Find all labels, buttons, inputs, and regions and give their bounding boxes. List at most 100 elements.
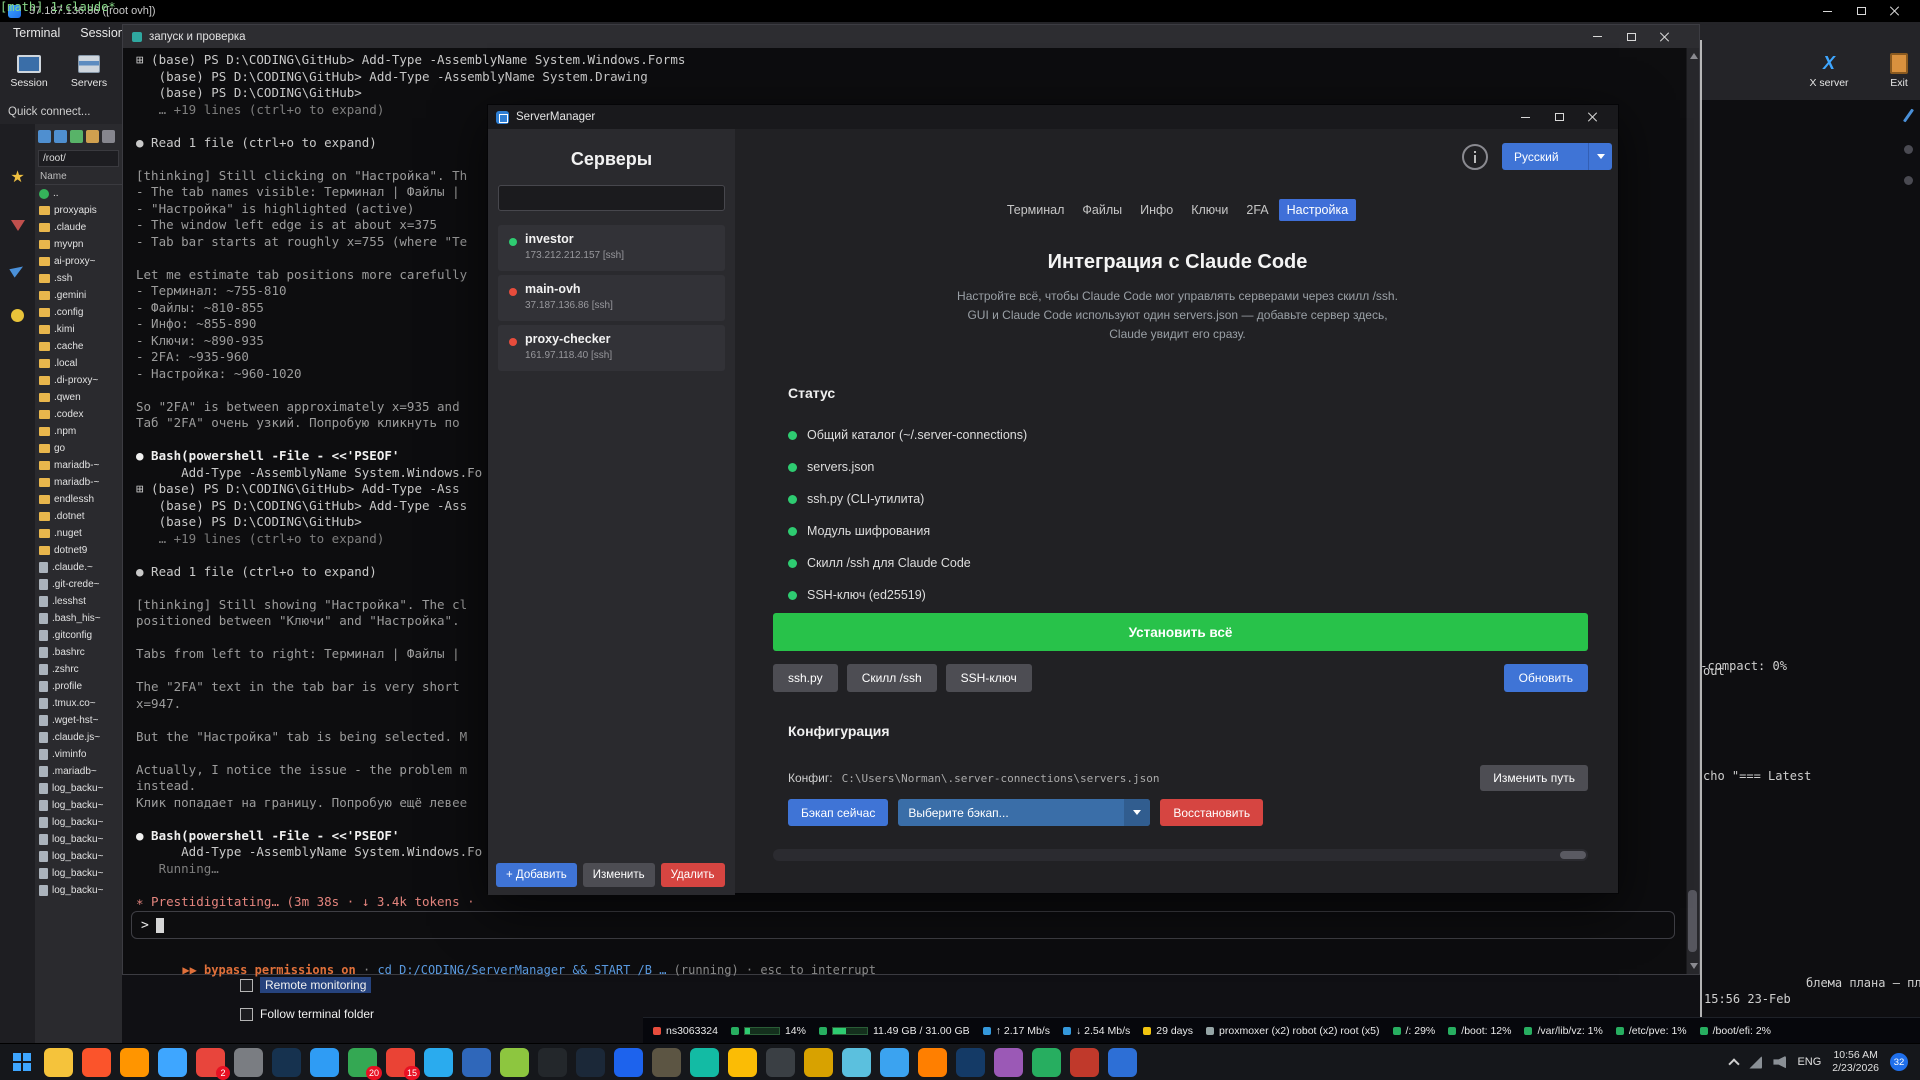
- checkbox-icon[interactable]: [240, 979, 253, 992]
- tab[interactable]: Настройка: [1279, 199, 1357, 221]
- file-entry[interactable]: .qwen: [35, 389, 122, 406]
- taskbar-app-icon[interactable]: [424, 1048, 453, 1077]
- toolbar-button[interactable]: X X server: [1802, 46, 1856, 96]
- network-icon[interactable]: [1749, 1056, 1762, 1069]
- taskbar-app-icon[interactable]: [956, 1048, 985, 1077]
- maximize-icon[interactable]: [1844, 1, 1878, 21]
- taskbar-app-icon[interactable]: [576, 1048, 605, 1077]
- column-header-name[interactable]: Name: [35, 169, 122, 185]
- taskbar-app-icon[interactable]: 15: [386, 1048, 415, 1077]
- quick-connect[interactable]: Quick connect...: [0, 100, 122, 124]
- horizontal-scrollbar[interactable]: [773, 849, 1588, 861]
- taskbar-app-icon[interactable]: [652, 1048, 681, 1077]
- file-entry[interactable]: .claude.~: [35, 559, 122, 576]
- taskbar-app-icon[interactable]: [1032, 1048, 1061, 1077]
- file-entry[interactable]: .ssh: [35, 270, 122, 287]
- taskbar-app-icon[interactable]: [272, 1048, 301, 1077]
- edit-server-button[interactable]: Изменить: [583, 863, 655, 887]
- minimize-icon[interactable]: [1508, 107, 1542, 127]
- close-icon[interactable]: [1576, 107, 1610, 127]
- file-entry[interactable]: .wget-hst~: [35, 712, 122, 729]
- taskbar-app-icon[interactable]: [804, 1048, 833, 1077]
- favorites-star-icon[interactable]: ★: [10, 170, 24, 186]
- backup-select[interactable]: Выберите бэкап...: [898, 799, 1150, 826]
- follow-terminal-folder-option[interactable]: Follow terminal folder: [240, 1007, 374, 1021]
- file-entry[interactable]: proxyapis: [35, 202, 122, 219]
- taskbar-app-icon[interactable]: [82, 1048, 111, 1077]
- delete-server-button[interactable]: Удалить: [661, 863, 725, 887]
- file-entry[interactable]: log_backu~: [35, 865, 122, 882]
- file-entry[interactable]: .config: [35, 304, 122, 321]
- claude-input-box[interactable]: >: [131, 911, 1675, 939]
- terminal-scrollbar[interactable]: [1686, 48, 1699, 974]
- taskbar-app-icon[interactable]: [880, 1048, 909, 1077]
- volume-icon[interactable]: [1773, 1056, 1786, 1069]
- file-entry[interactable]: .zshrc: [35, 661, 122, 678]
- file-entry[interactable]: mariadb-~: [35, 457, 122, 474]
- maximize-icon[interactable]: [1542, 107, 1576, 127]
- info-icon[interactable]: [1462, 144, 1488, 170]
- minimize-icon[interactable]: [1580, 27, 1614, 47]
- scrollbar-thumb[interactable]: [1560, 851, 1586, 859]
- terminal-titlebar[interactable]: запуск и проверка: [123, 25, 1699, 48]
- file-entry[interactable]: log_backu~: [35, 831, 122, 848]
- taskbar-app-icon[interactable]: [120, 1048, 149, 1077]
- file-entry[interactable]: log_backu~: [35, 797, 122, 814]
- file-entry[interactable]: .lesshst: [35, 593, 122, 610]
- file-entry[interactable]: .gitconfig: [35, 627, 122, 644]
- file-entry[interactable]: .mariadb~: [35, 763, 122, 780]
- restore-button[interactable]: Восстановить: [1160, 799, 1263, 826]
- server-manager-titlebar[interactable]: ServerManager: [488, 105, 1618, 129]
- send-plane-icon[interactable]: [9, 262, 25, 277]
- file-entry[interactable]: .profile: [35, 678, 122, 695]
- server-list-item[interactable]: main-ovh 37.187.136.86 [ssh]: [498, 275, 725, 321]
- file-entry[interactable]: .claude: [35, 219, 122, 236]
- component-button[interactable]: Скилл /ssh: [847, 664, 937, 692]
- language-select[interactable]: Русский: [1502, 143, 1612, 170]
- taskbar-app-icon[interactable]: [1108, 1048, 1137, 1077]
- taskbar-app-icon[interactable]: [158, 1048, 187, 1077]
- refresh-button[interactable]: Обновить: [1504, 664, 1588, 692]
- remote-monitoring-option[interactable]: Remote monitoring: [240, 977, 371, 993]
- taskbar-app-icon[interactable]: [462, 1048, 491, 1077]
- file-entry[interactable]: .kimi: [35, 321, 122, 338]
- server-list-item[interactable]: investor 173.212.212.157 [ssh]: [498, 225, 725, 271]
- close-icon[interactable]: [1878, 1, 1912, 21]
- toolbar-button[interactable]: Exit: [1872, 46, 1920, 96]
- strip-dot-icon[interactable]: [1904, 145, 1913, 154]
- file-entry[interactable]: .git-crede~: [35, 576, 122, 593]
- clock[interactable]: 10:56 AM 2/23/2026: [1832, 1049, 1879, 1075]
- download-icon[interactable]: [11, 220, 25, 231]
- sidebar-tool-icon[interactable]: [54, 130, 67, 143]
- file-entry[interactable]: .di-proxy~: [35, 372, 122, 389]
- file-entry[interactable]: .viminfo: [35, 746, 122, 763]
- server-list-item[interactable]: proxy-checker 161.97.118.40 [ssh]: [498, 325, 725, 371]
- scrollbar-thumb[interactable]: [1688, 890, 1697, 952]
- sidebar-tool-icon[interactable]: [102, 130, 115, 143]
- file-entry[interactable]: log_backu~: [35, 780, 122, 797]
- taskbar-app-icon[interactable]: [690, 1048, 719, 1077]
- sidebar-tool-icon[interactable]: [86, 130, 99, 143]
- tab[interactable]: 2FA: [1238, 199, 1276, 221]
- taskbar-app-icon[interactable]: [310, 1048, 339, 1077]
- minimize-icon[interactable]: [1810, 1, 1844, 21]
- language-indicator[interactable]: ENG: [1797, 1056, 1821, 1068]
- file-entry[interactable]: mariadb-~: [35, 474, 122, 491]
- add-server-button[interactable]: + Добавить: [496, 863, 577, 887]
- taskbar-app-icon[interactable]: [44, 1048, 73, 1077]
- change-path-button[interactable]: Изменить путь: [1480, 765, 1588, 791]
- scroll-up-icon[interactable]: [1690, 53, 1698, 59]
- taskbar-app-icon[interactable]: [500, 1048, 529, 1077]
- file-entry[interactable]: .gemini: [35, 287, 122, 304]
- toolbar-button[interactable]: Session: [2, 46, 56, 96]
- file-entry[interactable]: ..: [35, 185, 122, 202]
- tab[interactable]: Терминал: [999, 199, 1073, 221]
- file-entry[interactable]: .npm: [35, 423, 122, 440]
- tab[interactable]: Инфо: [1132, 199, 1181, 221]
- file-entry[interactable]: .tmux.co~: [35, 695, 122, 712]
- taskbar-app-icon[interactable]: [918, 1048, 947, 1077]
- close-icon[interactable]: [1648, 27, 1682, 47]
- file-entry[interactable]: .nuget: [35, 525, 122, 542]
- server-search-input[interactable]: [498, 185, 725, 211]
- pen-icon[interactable]: [1902, 108, 1913, 122]
